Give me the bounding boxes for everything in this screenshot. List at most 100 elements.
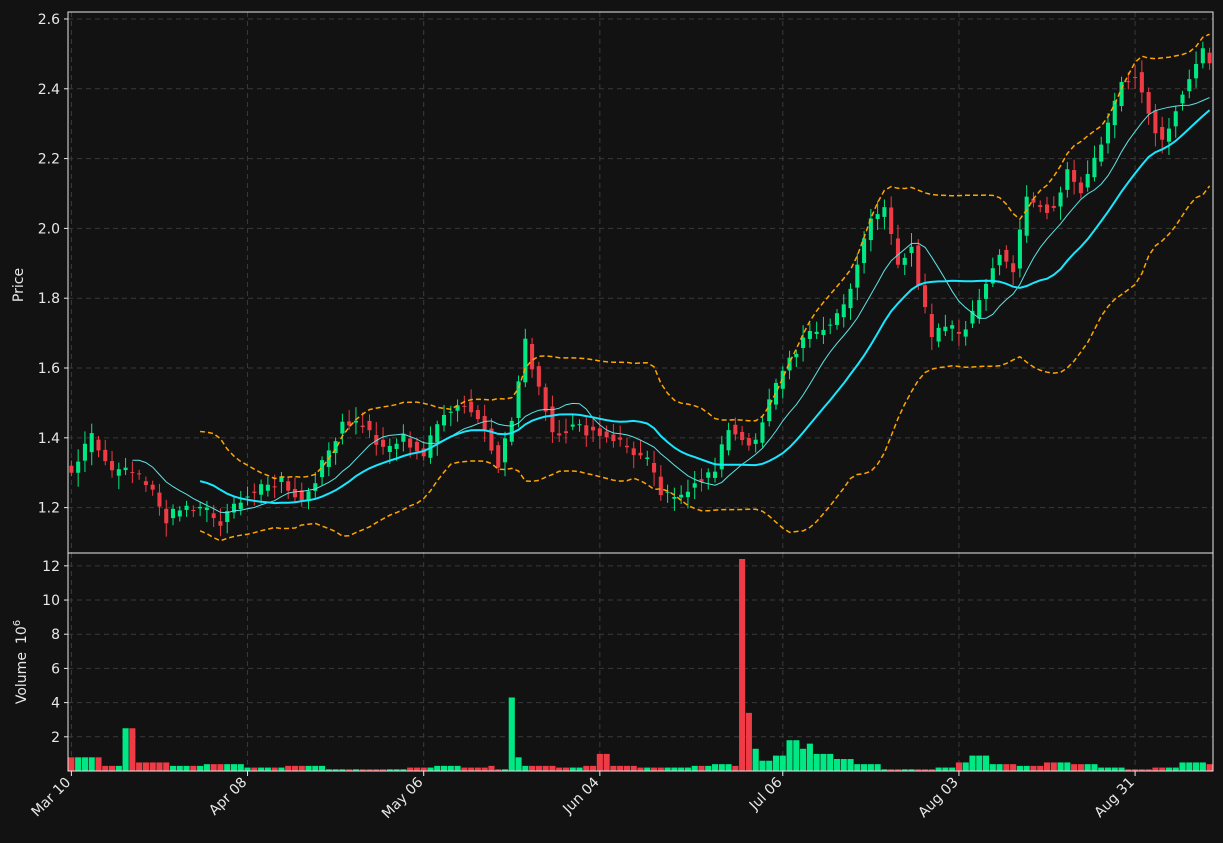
volume-bar xyxy=(935,767,942,771)
candle-body xyxy=(387,445,392,452)
price-tick-label: 1.4 xyxy=(38,431,60,447)
candle-body xyxy=(1194,64,1199,79)
candle-body xyxy=(116,469,121,476)
candle-body xyxy=(794,353,799,358)
candle-body xyxy=(685,491,690,498)
volume-tick-label: 4 xyxy=(51,696,60,712)
candle-body xyxy=(984,283,989,299)
volume-bar xyxy=(88,757,95,771)
candle-body xyxy=(394,443,399,449)
candle-body xyxy=(618,437,623,440)
candle-body xyxy=(591,426,596,431)
volume-bar xyxy=(1206,764,1213,771)
volume-bar xyxy=(962,762,969,771)
candle-body xyxy=(462,405,467,407)
volume-bar xyxy=(1179,762,1186,771)
volume-bar xyxy=(562,767,570,771)
volume-bar xyxy=(718,764,725,771)
candle-body xyxy=(1051,205,1056,208)
candle-body xyxy=(679,494,684,498)
volume-bar xyxy=(813,753,820,771)
volume-bar xyxy=(1118,767,1125,771)
candle-body xyxy=(360,425,365,428)
volume-bar xyxy=(949,767,956,771)
price-tick-label: 1.6 xyxy=(38,361,60,377)
candle-body xyxy=(807,330,812,339)
candle-body xyxy=(652,462,657,473)
candle-body xyxy=(279,477,284,482)
volume-bar xyxy=(596,753,603,771)
candle-body xyxy=(828,324,833,326)
volume-bar xyxy=(210,764,217,771)
candle-body xyxy=(997,254,1002,266)
volume-bar xyxy=(183,765,190,771)
candle-body xyxy=(882,207,887,217)
volume-bar xyxy=(1077,764,1084,771)
volume-bar xyxy=(129,728,136,771)
volume-bar xyxy=(583,765,590,771)
candle-body xyxy=(956,331,961,334)
candle-body xyxy=(272,486,277,488)
volume-bar xyxy=(651,767,658,771)
candle-body xyxy=(902,257,907,265)
volume-bar xyxy=(874,764,881,771)
volume-bar xyxy=(461,767,468,771)
candle-body xyxy=(157,492,162,507)
volume-bar xyxy=(529,765,536,771)
candle-body xyxy=(624,445,629,448)
volume-bar xyxy=(108,765,116,771)
candle-body xyxy=(834,313,840,325)
volume-bar xyxy=(827,753,834,771)
volume-scale-exponent: 6 xyxy=(12,620,23,626)
volume-bar xyxy=(969,755,976,771)
volume-bar xyxy=(711,764,719,771)
volume-bar xyxy=(149,762,156,771)
candle-body xyxy=(1146,91,1151,114)
price-tick-label: 1.8 xyxy=(38,291,60,307)
volume-bar xyxy=(1071,764,1078,771)
volume-bar xyxy=(739,559,746,771)
candle-body xyxy=(1099,144,1104,162)
candle-body xyxy=(103,449,108,462)
volume-bar xyxy=(772,755,780,771)
candle-body xyxy=(164,508,169,524)
volume-bar xyxy=(75,757,82,771)
candle-body xyxy=(523,338,528,383)
candle-body xyxy=(96,439,101,451)
volume-bar xyxy=(996,764,1003,771)
candle-body xyxy=(1038,205,1043,207)
volume-bar xyxy=(427,767,434,771)
candle-body xyxy=(1044,204,1050,213)
volume-bar xyxy=(136,762,143,771)
candle-body xyxy=(1200,48,1205,64)
volume-tick-label: 12 xyxy=(42,559,60,575)
volume-bar xyxy=(623,765,630,771)
candle-body xyxy=(916,245,921,286)
volume-bar xyxy=(786,740,793,771)
volume-bar xyxy=(657,767,664,771)
volume-bar xyxy=(305,765,312,771)
volume-bar xyxy=(156,762,163,771)
candle-body xyxy=(1139,72,1144,93)
candle-body xyxy=(381,439,386,447)
volume-tick-label: 6 xyxy=(51,661,60,677)
volume-bar xyxy=(840,759,847,771)
volume-bar xyxy=(474,767,481,771)
candle-body xyxy=(563,431,569,434)
volume-bar xyxy=(664,767,671,771)
volume-bar xyxy=(488,765,495,771)
volume-scale-base: 10 xyxy=(14,626,30,644)
candle-body xyxy=(265,484,270,491)
volume-bar xyxy=(434,765,441,771)
candle-body xyxy=(658,476,663,496)
volume-bar xyxy=(447,765,454,771)
volume-bar xyxy=(217,764,224,771)
candle-body xyxy=(1078,182,1083,194)
volume-bar xyxy=(745,712,752,771)
volume-bar xyxy=(237,764,244,771)
candle-body xyxy=(211,513,216,519)
candle-body xyxy=(753,439,758,444)
volume-bar xyxy=(1091,764,1098,771)
volume-bar xyxy=(468,767,475,771)
volume-bar xyxy=(1111,767,1118,771)
